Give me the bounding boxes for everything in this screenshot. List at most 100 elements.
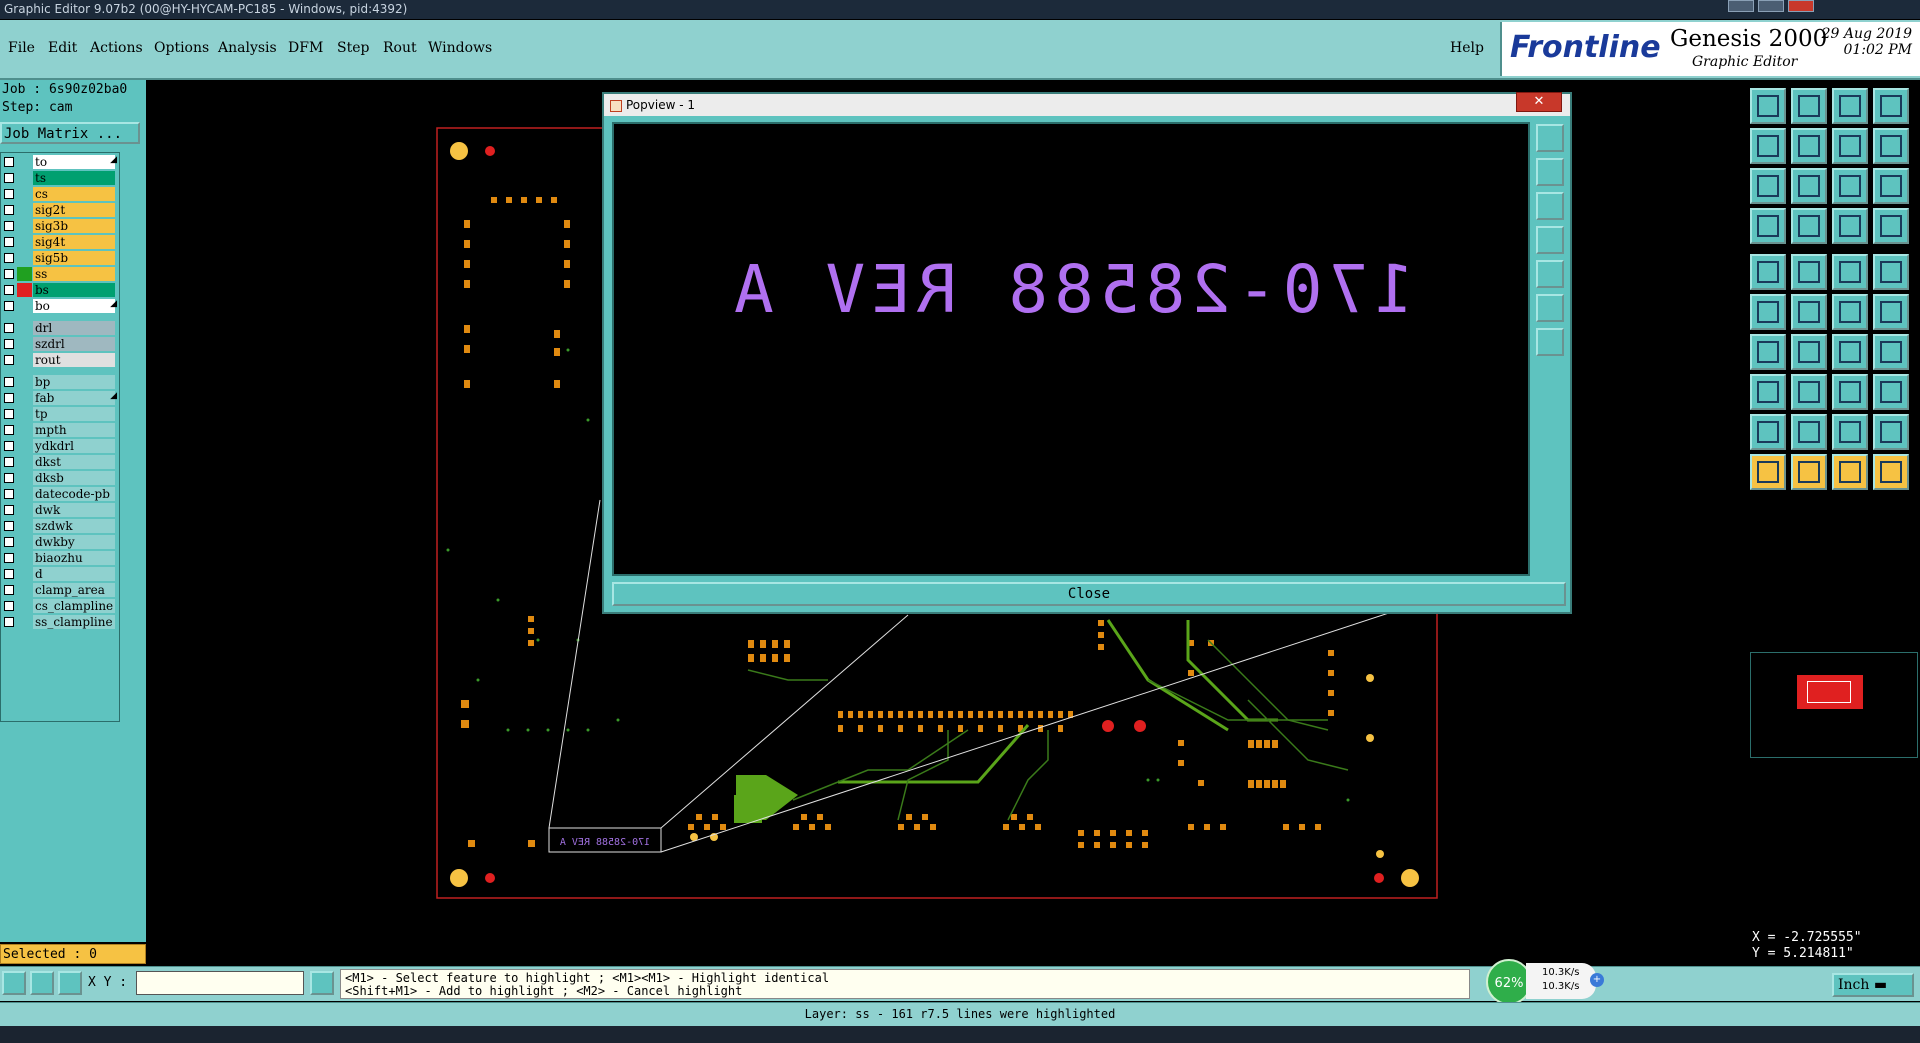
layer-checkbox[interactable]	[4, 537, 14, 547]
layer-row-sig3b[interactable]: sig3b	[1, 219, 119, 233]
layer-color-swatch[interactable]	[17, 219, 32, 233]
layer-checkbox[interactable]	[4, 585, 14, 595]
move-pointer-icon[interactable]	[1873, 454, 1909, 490]
layer-checkbox[interactable]	[4, 553, 14, 563]
grid-cell-icon[interactable]	[1832, 374, 1868, 410]
zoom-in-icon[interactable]	[1536, 158, 1564, 186]
right-panel-icon[interactable]	[1791, 128, 1827, 164]
layer-color-swatch[interactable]	[17, 251, 32, 265]
layer-color-swatch[interactable]	[17, 567, 32, 581]
route-icon[interactable]	[1832, 294, 1868, 330]
layer-row-bo[interactable]: bo ◢	[1, 299, 119, 313]
layer-row-ss[interactable]: ss	[1, 267, 119, 281]
angle-icon[interactable]	[1750, 334, 1786, 370]
layer-row-dwkby[interactable]: dwkby	[1, 535, 119, 549]
layer-row-dwk[interactable]: dwk	[1, 503, 119, 517]
layer-checkbox[interactable]	[4, 237, 14, 247]
layer-name[interactable]: ts	[33, 171, 115, 185]
layer-color-swatch[interactable]	[17, 455, 32, 469]
layer-color-swatch[interactable]	[17, 423, 32, 437]
layer-color-swatch[interactable]	[17, 375, 32, 389]
layer-checkbox[interactable]	[4, 189, 14, 199]
frame-icon[interactable]	[1873, 254, 1909, 290]
open-step-icon[interactable]	[1750, 88, 1786, 124]
layer-red-icon[interactable]	[1832, 208, 1868, 244]
layer-row-cs[interactable]: cs	[1, 187, 119, 201]
layer-row-mpth[interactable]: mpth	[1, 423, 119, 437]
undo-icon[interactable]	[1832, 128, 1868, 164]
layer-checkbox[interactable]	[4, 377, 14, 387]
pan-right-icon[interactable]	[1536, 260, 1564, 288]
layer-menu-icon[interactable]: ◢	[110, 155, 117, 165]
menu-options[interactable]: Options	[154, 40, 209, 56]
layer-name[interactable]: bs	[33, 283, 115, 297]
plus-icon[interactable]: +	[1590, 973, 1604, 987]
layer-name[interactable]: datecode-pb	[33, 487, 115, 501]
layer-name[interactable]: sig3b	[33, 219, 115, 233]
layer-red2-icon[interactable]	[1873, 208, 1909, 244]
layer-row-sig5b[interactable]: sig5b	[1, 251, 119, 265]
layer-row-fab[interactable]: fab ◢	[1, 391, 119, 405]
fit-icon[interactable]	[1536, 294, 1564, 322]
overview-viewport[interactable]	[1807, 681, 1851, 703]
probe-icon[interactable]	[1791, 208, 1827, 244]
layer-color-swatch[interactable]	[17, 615, 32, 629]
layer-name[interactable]: drl	[33, 321, 115, 335]
save-icon[interactable]	[1791, 88, 1827, 124]
layer-row-szdrl[interactable]: szdrl	[1, 337, 119, 351]
dash-icon[interactable]	[1791, 374, 1827, 410]
layer-row-biaozhu[interactable]: biaozhu	[1, 551, 119, 565]
layer-color-swatch[interactable]	[17, 187, 32, 201]
layer-checkbox[interactable]	[4, 521, 14, 531]
snap-icon[interactable]	[2, 971, 26, 995]
popview-close-icon[interactable]: ✕	[1516, 92, 1562, 112]
pointer-icon[interactable]	[1750, 454, 1786, 490]
layer-checkbox[interactable]	[4, 323, 14, 333]
select-icon[interactable]	[1791, 454, 1827, 490]
triangle4-icon[interactable]	[1873, 414, 1909, 450]
layer-menu-icon[interactable]: ◢	[110, 391, 117, 401]
layer-name[interactable]: dksb	[33, 471, 115, 485]
popview-canvas[interactable]: 170-28588 REV A	[612, 122, 1530, 576]
layer-name[interactable]: fab	[33, 391, 115, 405]
menu-analysis[interactable]: Analysis	[218, 40, 277, 56]
layer-color-swatch[interactable]	[17, 599, 32, 613]
pan-left-icon[interactable]	[1536, 226, 1564, 254]
layer-checkbox[interactable]	[4, 173, 14, 183]
layer-name[interactable]: tp	[33, 407, 115, 421]
layer-color-swatch[interactable]	[17, 407, 32, 421]
layer-checkbox[interactable]	[4, 253, 14, 263]
layer-color-swatch[interactable]	[17, 283, 32, 297]
layer-color-swatch[interactable]	[17, 235, 32, 249]
info-icon[interactable]	[310, 971, 334, 995]
layer-name[interactable]: sig5b	[33, 251, 115, 265]
layer-menu-icon[interactable]: ◢	[110, 299, 117, 309]
popview-title-bar[interactable]: Popview - 1 ✕	[604, 92, 1570, 116]
menu-windows[interactable]: Windows	[428, 40, 492, 56]
layer-row-datecode-pb[interactable]: datecode-pb	[1, 487, 119, 501]
layer-row-tp[interactable]: tp	[1, 407, 119, 421]
layer-checkbox[interactable]	[4, 457, 14, 467]
layer-checkbox[interactable]	[4, 285, 14, 295]
layer-row-sig4t[interactable]: sig4t	[1, 235, 119, 249]
layer-checkbox[interactable]	[4, 221, 14, 231]
layer-color-swatch[interactable]	[17, 551, 32, 565]
layer-row-dksb[interactable]: dksb	[1, 471, 119, 485]
job-matrix-button[interactable]: Job Matrix ...	[0, 122, 140, 144]
layer-checkbox[interactable]	[4, 489, 14, 499]
home-icon[interactable]	[1832, 88, 1868, 124]
layer-name[interactable]: to	[33, 155, 115, 169]
layer-color-swatch[interactable]	[17, 299, 32, 313]
layer-row-rout[interactable]: rout	[1, 353, 119, 367]
layer-color-swatch[interactable]	[17, 321, 32, 335]
layer-row-d[interactable]: d	[1, 567, 119, 581]
split-view-icon[interactable]	[1873, 88, 1909, 124]
layer-checkbox[interactable]	[4, 617, 14, 627]
layer-color-swatch[interactable]	[17, 487, 32, 501]
layer-color-swatch[interactable]	[17, 471, 32, 485]
measure-icon[interactable]	[30, 971, 54, 995]
layer-row-sig2t[interactable]: sig2t	[1, 203, 119, 217]
window-close-button[interactable]	[1788, 0, 1814, 12]
layer-row-ss_clampline[interactable]: ss_clampline	[1, 615, 119, 629]
layer-color-swatch[interactable]	[17, 439, 32, 453]
